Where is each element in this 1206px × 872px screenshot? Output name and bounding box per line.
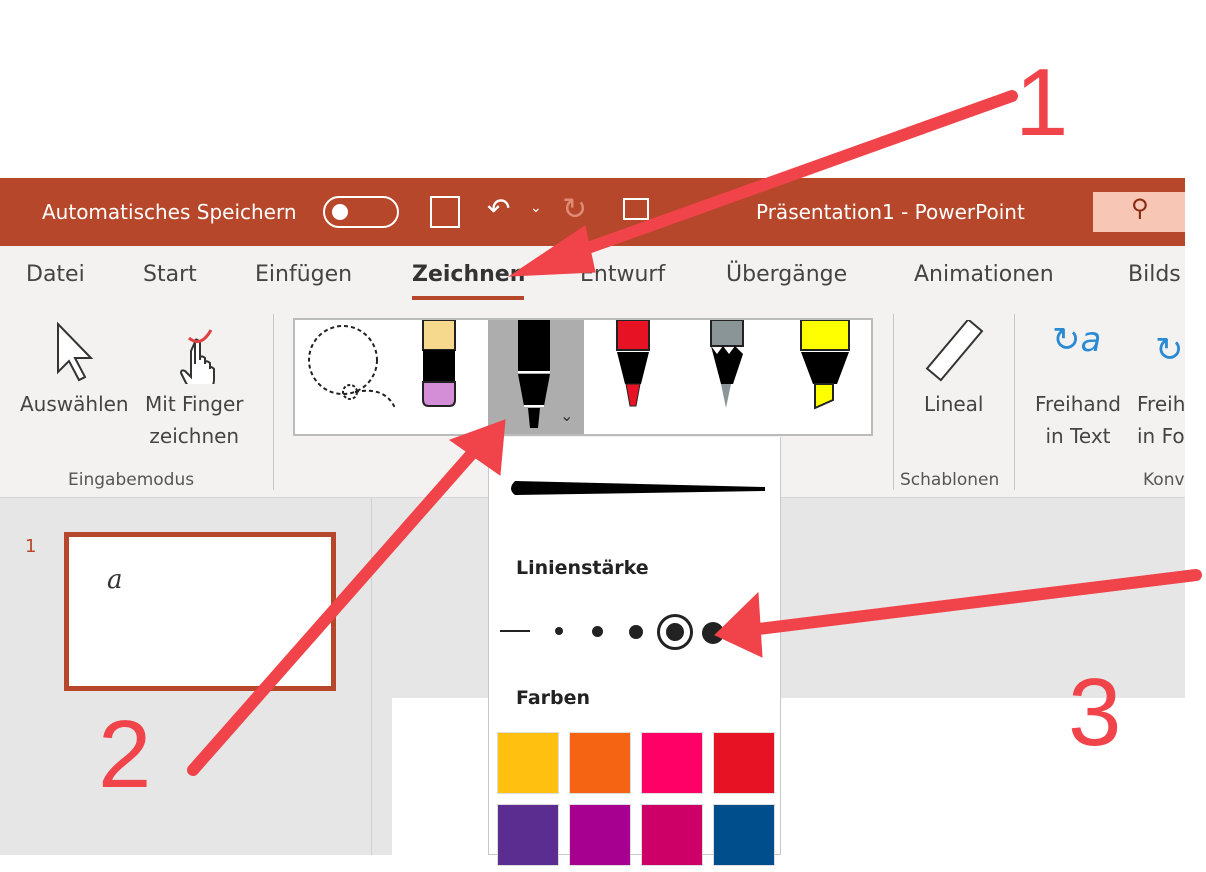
arrow-1-head (508, 225, 596, 277)
annotation-number-3: 3 (1068, 659, 1122, 766)
annotation-number-1: 1 (1015, 49, 1069, 156)
annotation-number-2: 2 (98, 701, 152, 808)
arrow-1 (554, 90, 1018, 264)
arrow-3 (744, 569, 1202, 636)
arrow-3-head (714, 591, 763, 658)
arrow-2 (187, 444, 481, 776)
